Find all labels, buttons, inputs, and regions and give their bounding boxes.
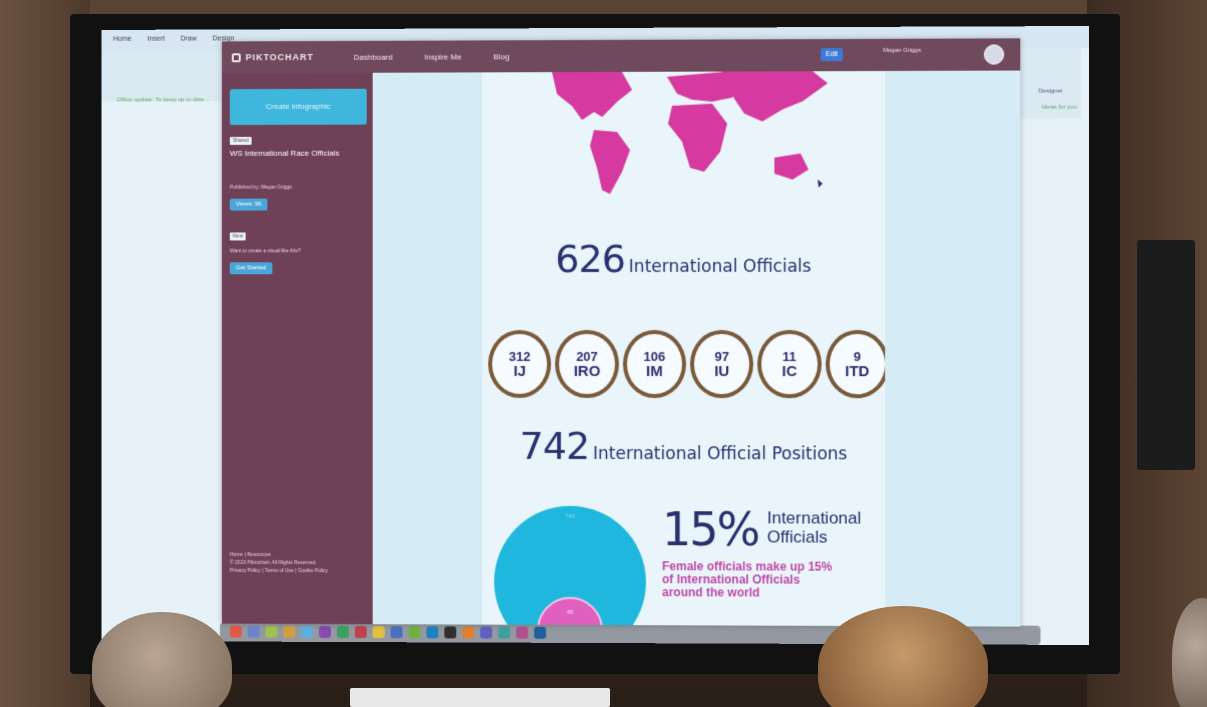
category-code: IJ [513, 362, 526, 380]
female-percent-label: International Officials [767, 508, 861, 546]
footer-link-resources[interactable]: Resources [247, 552, 271, 558]
category-circle-iu: 97 IU [690, 329, 754, 399]
female-percent-block: 15% International Officials Female offic… [662, 502, 883, 600]
logo-text: PIKTOCHART [245, 52, 314, 63]
dock-app-icon[interactable] [301, 625, 314, 638]
officials-count: 626 [555, 236, 625, 282]
category-count: 207 [576, 348, 598, 365]
browser-window: PIKTOCHART Dashboard Inspire Me Blog Edi… [221, 38, 1021, 627]
dock-app-icon[interactable] [426, 626, 439, 639]
user-name[interactable]: Megan Griggs [883, 47, 954, 55]
footer-privacy[interactable]: Privacy Policy [230, 568, 261, 574]
category-circles: 312 IJ 207 IRO 106 IM 97 IU 11 IC 9 ITD [488, 329, 886, 402]
background-ribbon [101, 51, 230, 102]
officials-stat: 626 International Officials [482, 237, 885, 281]
positions-stat: 742 International Official Positions [482, 424, 885, 469]
nav-inspire-me[interactable]: Inspire Me [424, 52, 461, 61]
dock-app-icon[interactable] [247, 625, 260, 638]
dock-app-icon[interactable] [390, 626, 403, 639]
positions-count: 742 [519, 423, 590, 468]
piktochart-logo-icon [231, 52, 241, 62]
dock-app-icon[interactable] [319, 625, 331, 638]
dock-app-icon[interactable] [265, 625, 278, 638]
female-percent: 15% [662, 502, 759, 557]
projected-desktop: Home Insert Draw Design Office update: T… [101, 25, 1090, 646]
avatar[interactable] [983, 44, 1005, 65]
dock-app-icon[interactable] [516, 626, 529, 639]
dock-app-icon[interactable] [444, 626, 457, 639]
female-description: Female officials make up 15% of Internat… [662, 559, 833, 600]
category-count: 106 [643, 349, 666, 365]
officials-label: International Officials [628, 256, 812, 277]
bg-menu-item[interactable]: Home [113, 36, 131, 46]
pie-total-label: 742 [565, 514, 576, 520]
footer-link-home[interactable]: Home [230, 552, 243, 558]
dock-app-icon[interactable] [462, 626, 475, 639]
infographic: 626 International Officials 312 IJ 207 IR… [482, 70, 886, 627]
dock-app-icon[interactable] [534, 626, 547, 639]
dock-app-icon[interactable] [480, 626, 493, 639]
nav-blog[interactable]: Blog [493, 52, 509, 61]
category-circle-iro: 207 IRO [555, 329, 619, 399]
create-infographic-button[interactable]: Create infographic [229, 88, 367, 126]
nav-dashboard[interactable]: Dashboard [354, 52, 393, 61]
category-code: IU [714, 363, 730, 381]
ideas-label: Ideas for you [1041, 104, 1077, 111]
category-circle-ic: 11 IC [757, 329, 822, 399]
gender-pie-chart: 742 45 [494, 506, 646, 627]
dock-app-icon[interactable] [283, 625, 296, 638]
bg-menu-item[interactable]: Draw [181, 36, 197, 46]
wall-speaker [1137, 240, 1195, 470]
category-code: ITD [844, 363, 870, 381]
category-circle-im: 106 IM [622, 329, 687, 399]
edit-button[interactable]: Edit [820, 48, 843, 62]
published-by: Published by: Megan Griggs [229, 184, 293, 191]
category-circle-itd: 9 ITD [825, 329, 886, 399]
female-label-line1: International [767, 508, 862, 528]
category-count: 97 [714, 349, 730, 365]
sidebar: Create infographic Shared WS Internation… [221, 72, 373, 625]
footer-terms[interactable]: Terms of Use [265, 568, 294, 574]
category-code: IM [646, 363, 663, 381]
views-button[interactable]: Views: 96 [229, 198, 268, 211]
category-code: IC [781, 363, 797, 381]
update-notice: Office update: To keep up to date... [117, 97, 210, 104]
piktochart-logo[interactable]: PIKTOCHART [231, 52, 314, 63]
pie-female-label: 45 [567, 610, 574, 616]
world-map-image [552, 71, 828, 194]
get-started-button[interactable]: Get Started [229, 262, 273, 275]
create-question: Want to create a visual like this? [229, 248, 301, 255]
dock-app-icon[interactable] [408, 626, 421, 639]
dock-app-icon[interactable] [229, 625, 242, 638]
bg-menu-item[interactable]: Insert [147, 36, 164, 46]
shared-tag: Shared [229, 136, 252, 145]
dock-app-icon[interactable] [354, 626, 367, 639]
dock-app-icon[interactable] [336, 626, 349, 639]
dock-app-icon[interactable] [498, 626, 511, 639]
footer-cookie[interactable]: Cookie Policy [298, 568, 328, 574]
dock-app-icon[interactable] [372, 626, 385, 639]
category-count: 9 [853, 349, 861, 365]
piktochart-top-nav: PIKTOCHART Dashboard Inspire Me Blog Edi… [221, 38, 1021, 74]
category-count: 312 [508, 348, 531, 364]
lectern-paper [350, 688, 610, 707]
infographic-title: WS International Race Officials [229, 148, 340, 158]
female-label-line2: Officials [767, 527, 828, 547]
category-count: 11 [782, 349, 797, 365]
next-tag: Next [229, 232, 246, 241]
category-code: IRO [573, 362, 601, 381]
positions-label: International Official Positions [593, 444, 848, 465]
category-circle-ij: 312 IJ [488, 330, 552, 398]
sidebar-footer: Home | Resources © 2023 Piktochart. All … [230, 551, 367, 575]
